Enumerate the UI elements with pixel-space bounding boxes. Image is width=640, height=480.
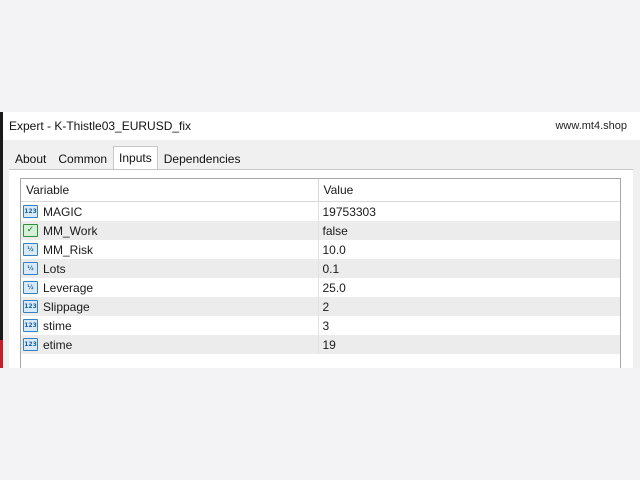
- value-cell[interactable]: 19: [318, 335, 620, 354]
- table-row[interactable]: ½ Leverage 25.0: [21, 278, 620, 297]
- table-row[interactable]: 123 Slippage 2: [21, 297, 620, 316]
- watermark: www.mt4.shop: [555, 120, 627, 132]
- value-cell[interactable]: 10.0: [318, 240, 620, 259]
- column-header-variable[interactable]: Variable: [21, 179, 319, 202]
- variable-cell: 123 MAGIC: [21, 201, 319, 221]
- inputs-table: Variable Value 123 MAGIC 19753303 ✓ MM_Work f…: [20, 178, 621, 368]
- variable-cell-content: ½ MM_Risk: [21, 240, 318, 259]
- variable-cell-content: ½ Lots: [21, 259, 318, 278]
- tab-strip: About Common Inputs Dependencies: [9, 146, 247, 171]
- variable-name: Slippage: [43, 299, 90, 314]
- value-cell[interactable]: 19753303: [318, 201, 620, 221]
- variable-cell: 123 stime: [21, 316, 319, 335]
- variable-cell: 123 Slippage: [21, 297, 319, 316]
- variable-name: Lots: [43, 261, 66, 276]
- table-row[interactable]: 123 etime 19: [21, 335, 620, 354]
- variable-cell-content: 123 Slippage: [21, 297, 318, 316]
- variable-name: MM_Work: [43, 223, 98, 238]
- boolean-icon: ✓: [23, 224, 38, 237]
- column-header-value[interactable]: Value: [318, 179, 620, 202]
- table-row[interactable]: ½ MM_Risk 10.0: [21, 240, 620, 259]
- double-icon: ½: [23, 262, 38, 275]
- variable-cell-content: ✓ MM_Work: [21, 221, 318, 240]
- value-cell[interactable]: 2: [318, 297, 620, 316]
- tab-dependencies[interactable]: Dependencies: [158, 147, 247, 170]
- integer-icon: 123: [23, 319, 38, 332]
- table-row[interactable]: 123 MAGIC 19753303: [21, 201, 620, 221]
- variable-name: Leverage: [43, 280, 94, 295]
- value-cell[interactable]: 3: [318, 316, 620, 335]
- window-title: Expert - K-Thistle03_EURUSD_fix: [9, 119, 192, 133]
- variable-cell: ✓ MM_Work: [21, 221, 319, 240]
- variable-name: MM_Risk: [43, 242, 93, 257]
- variable-cell-content: 123 stime: [21, 316, 318, 335]
- variable-cell: ½ Leverage: [21, 278, 319, 297]
- value-cell[interactable]: 0.1: [318, 259, 620, 278]
- value-cell[interactable]: false: [318, 221, 620, 240]
- integer-icon: 123: [23, 338, 38, 351]
- expert-properties-dialog: Expert - K-Thistle03_EURUSD_fix www.mt4.…: [3, 112, 640, 368]
- value-cell[interactable]: 25.0: [318, 278, 620, 297]
- inputs-panel: Variable Value 123 MAGIC 19753303 ✓ MM_Work f…: [9, 169, 633, 368]
- double-icon: ½: [23, 243, 38, 256]
- table-row[interactable]: ½ Lots 0.1: [21, 259, 620, 278]
- integer-icon: 123: [23, 205, 38, 218]
- table-row[interactable]: ✓ MM_Work false: [21, 221, 620, 240]
- variable-name: MAGIC: [43, 204, 83, 219]
- variable-cell-content: 123 MAGIC: [21, 202, 318, 221]
- variable-name: etime: [43, 337, 73, 352]
- variable-cell: ½ MM_Risk: [21, 240, 319, 259]
- variable-cell: 123 etime: [21, 335, 319, 354]
- tab-about[interactable]: About: [9, 147, 52, 170]
- double-icon: ½: [23, 281, 38, 294]
- integer-icon: 123: [23, 300, 38, 313]
- titlebar: Expert - K-Thistle03_EURUSD_fix www.mt4.…: [3, 112, 640, 140]
- variable-cell-content: 123 etime: [21, 335, 318, 354]
- variable-name: stime: [43, 318, 72, 333]
- tab-inputs[interactable]: Inputs: [113, 146, 158, 171]
- table-header: Variable Value: [21, 179, 620, 202]
- variable-cell-content: ½ Leverage: [21, 278, 318, 297]
- table-row[interactable]: 123 stime 3: [21, 316, 620, 335]
- tab-common[interactable]: Common: [52, 147, 113, 170]
- variable-cell: ½ Lots: [21, 259, 319, 278]
